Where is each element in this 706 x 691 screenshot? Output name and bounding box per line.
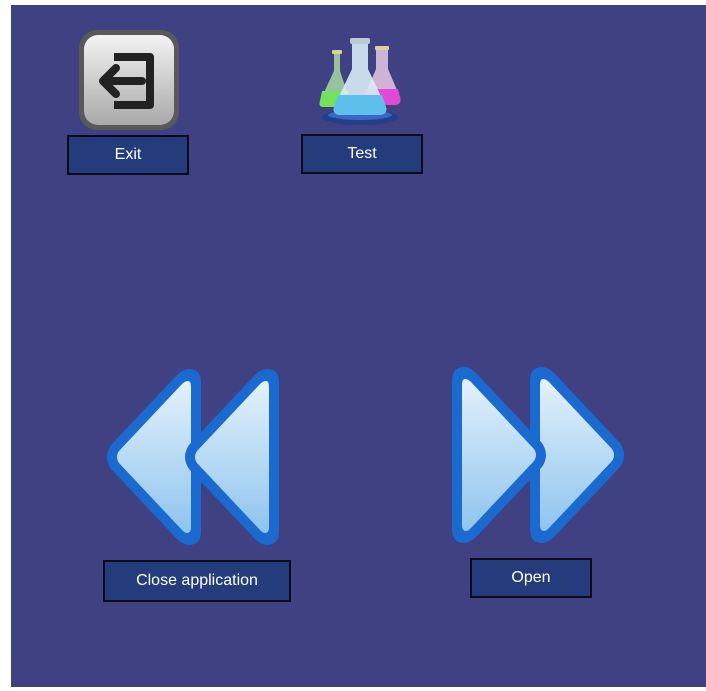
open-label[interactable]: Open [470, 558, 592, 598]
lab-flasks-icon [319, 38, 401, 125]
double-chevron-left-icon [107, 369, 279, 545]
exit-label[interactable]: Exit [67, 135, 189, 175]
test-shortcut[interactable] [312, 35, 408, 127]
exit-icon [79, 30, 179, 130]
double-chevron-right-icon [452, 367, 624, 543]
exit-shortcut[interactable] [76, 27, 182, 135]
close-application-shortcut[interactable] [103, 365, 283, 549]
desktop-panel: Exit Test Close application Open [11, 5, 706, 687]
test-label[interactable]: Test [301, 134, 423, 174]
open-shortcut[interactable] [448, 363, 630, 547]
close-application-label[interactable]: Close application [103, 560, 291, 602]
